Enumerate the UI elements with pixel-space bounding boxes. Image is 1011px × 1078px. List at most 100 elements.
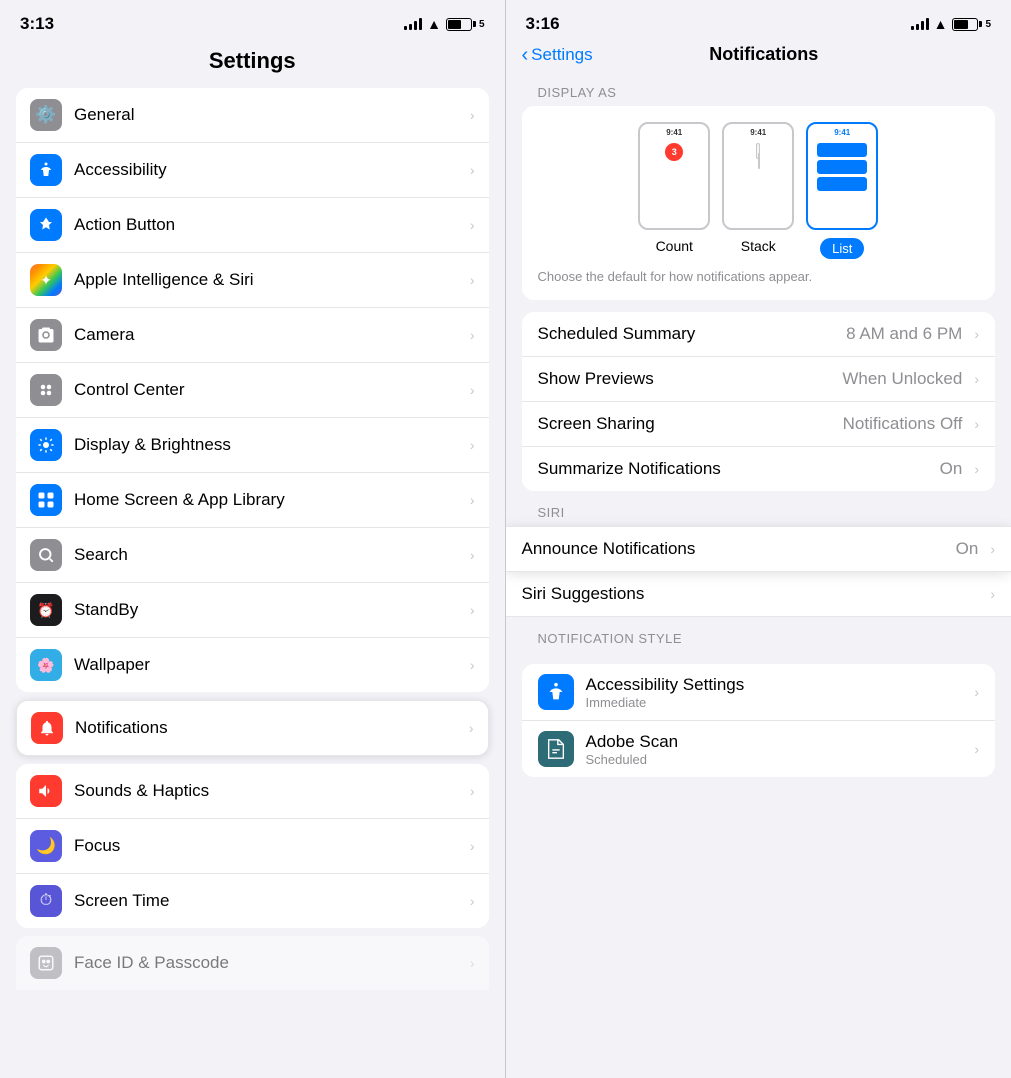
settings-item-siri-suggestions[interactable]: Siri Suggestions › <box>506 572 1011 616</box>
adobe-scan-icon <box>538 731 574 767</box>
siri-section-label: SIRI <box>506 491 1011 526</box>
settings-item-screen-sharing[interactable]: Screen Sharing Notifications Off › <box>522 402 996 447</box>
left-panel: 3:13 ▲ 5 Settings ⚙️ General › <box>0 0 505 1078</box>
display-option-count[interactable]: 9:41 3 Count <box>638 122 710 259</box>
settings-item-camera[interactable]: Camera › <box>16 308 489 363</box>
focus-icon: 🌙 <box>30 830 62 862</box>
general-chevron: › <box>470 107 475 123</box>
notifications-highlighted-row[interactable]: Notifications › <box>16 700 489 756</box>
settings-item-display-brightness[interactable]: Display & Brightness › <box>16 418 489 473</box>
notifications-chevron: › <box>469 720 474 736</box>
display-brightness-label: Display & Brightness <box>74 435 464 455</box>
display-option-stack[interactable]: 9:41 Stack <box>722 122 794 259</box>
back-button[interactable]: ‹ Settings <box>522 45 593 65</box>
status-icons-left: ▲ 5 <box>404 16 484 32</box>
settings-item-screen-time[interactable]: ⏱ Screen Time › <box>16 874 489 928</box>
count-phone-mockup: 9:41 3 <box>638 122 710 230</box>
action-button-label: Action Button <box>74 215 464 235</box>
battery-icon-left <box>446 18 472 31</box>
app-notifications-group: Accessibility Settings Immediate › Adobe… <box>522 664 996 777</box>
adobe-scan-chevron: › <box>974 741 979 757</box>
accessibility-settings-subtitle: Immediate <box>586 695 969 710</box>
status-icons-right: ▲ 5 <box>911 16 991 32</box>
summarize-notifications-chevron: › <box>974 461 979 477</box>
general-icon: ⚙️ <box>30 99 62 131</box>
settings-item-home-screen[interactable]: Home Screen & App Library › <box>16 473 489 528</box>
display-hint: Choose the default for how notifications… <box>538 269 980 284</box>
display-option-list[interactable]: 9:41 List <box>806 122 878 259</box>
settings-item-wallpaper[interactable]: 🌸 Wallpaper › <box>16 638 489 692</box>
display-options: 9:41 3 Count 9:41 <box>538 122 980 259</box>
settings-item-sounds-haptics[interactable]: Sounds & Haptics › <box>16 764 489 819</box>
settings-list-left: ⚙️ General › Accessibility › Action Butt… <box>16 88 489 692</box>
home-screen-chevron: › <box>470 492 475 508</box>
settings-item-general[interactable]: ⚙️ General › <box>16 88 489 143</box>
notifications-label: Notifications <box>75 718 463 738</box>
announce-notifications-value: On <box>956 539 979 559</box>
settings-item-standby[interactable]: ⏰ StandBy › <box>16 583 489 638</box>
app-item-accessibility[interactable]: Accessibility Settings Immediate › <box>522 664 996 721</box>
show-previews-value: When Unlocked <box>842 369 962 389</box>
settings-item-control-center[interactable]: Control Center › <box>16 363 489 418</box>
wallpaper-label: Wallpaper <box>74 655 464 675</box>
page-title-left: Settings <box>0 40 505 88</box>
status-bar-left: 3:13 ▲ 5 <box>0 0 505 40</box>
siri-suggestions-label: Siri Suggestions <box>522 584 985 604</box>
show-previews-label: Show Previews <box>538 369 843 389</box>
app-item-adobe-scan[interactable]: Adobe Scan Scheduled › <box>522 721 996 777</box>
standby-label: StandBy <box>74 600 464 620</box>
home-screen-icon <box>30 484 62 516</box>
screen-time-icon: ⏱ <box>30 885 62 917</box>
scheduled-summary-label: Scheduled Summary <box>538 324 847 344</box>
sounds-haptics-label: Sounds & Haptics <box>74 781 464 801</box>
settings-item-summarize-notifications[interactable]: Summarize Notifications On › <box>522 447 996 491</box>
settings-item-apple-intelligence[interactable]: ✦ Apple Intelligence & Siri › <box>16 253 489 308</box>
settings-item-accessibility[interactable]: Accessibility › <box>16 143 489 198</box>
control-center-label: Control Center <box>74 380 464 400</box>
time-right: 3:16 <box>526 14 560 34</box>
adobe-scan-name: Adobe Scan <box>586 732 969 752</box>
screen-sharing-label: Screen Sharing <box>538 414 843 434</box>
wifi-icon-right: ▲ <box>934 16 948 32</box>
status-bar-right: 3:16 ▲ 5 <box>506 0 1011 40</box>
screen-sharing-chevron: › <box>974 416 979 432</box>
notifications-settings-group: Scheduled Summary 8 AM and 6 PM › Show P… <box>522 312 996 491</box>
apple-intelligence-chevron: › <box>470 272 475 288</box>
sounds-haptics-icon <box>30 775 62 807</box>
nav-bar-right: ‹ Settings Notifications <box>506 40 1011 77</box>
screen-time-chevron: › <box>470 893 475 909</box>
settings-item-focus[interactable]: 🌙 Focus › <box>16 819 489 874</box>
page-title-right: Notifications <box>593 44 935 65</box>
announce-notifications-chevron: › <box>990 541 995 557</box>
display-as-section-label: DISPLAY AS <box>506 77 1011 106</box>
sounds-haptics-chevron: › <box>470 783 475 799</box>
fade-overlay-left <box>0 1018 505 1078</box>
screen-sharing-value: Notifications Off <box>843 414 963 434</box>
action-button-icon <box>30 209 62 241</box>
accessibility-settings-icon <box>538 674 574 710</box>
scheduled-summary-value: 8 AM and 6 PM <box>846 324 962 344</box>
standby-chevron: › <box>470 602 475 618</box>
standby-icon: ⏰ <box>30 594 62 626</box>
display-as-section: 9:41 3 Count 9:41 <box>522 106 996 300</box>
back-chevron-icon: ‹ <box>522 45 529 65</box>
camera-chevron: › <box>470 327 475 343</box>
settings-item-notifications[interactable]: Notifications › <box>17 701 488 755</box>
camera-icon <box>30 319 62 351</box>
announce-notifications-row-container: Announce Notifications On › <box>506 526 1011 572</box>
summarize-notifications-value: On <box>940 459 963 479</box>
screen-time-label: Screen Time <box>74 891 464 911</box>
notifications-icon <box>31 712 63 744</box>
settings-item-show-previews[interactable]: Show Previews When Unlocked › <box>522 357 996 402</box>
settings-item-scheduled-summary[interactable]: Scheduled Summary 8 AM and 6 PM › <box>522 312 996 357</box>
accessibility-settings-chevron: › <box>974 684 979 700</box>
settings-item-action-button[interactable]: Action Button › <box>16 198 489 253</box>
adobe-scan-text: Adobe Scan Scheduled <box>586 732 969 767</box>
siri-suggestions-row: Siri Suggestions › <box>506 572 1011 617</box>
settings-item-announce-notifications[interactable]: Announce Notifications On › <box>506 527 1011 571</box>
accessibility-icon <box>30 154 62 186</box>
accessibility-label: Accessibility <box>74 160 464 180</box>
settings-item-search[interactable]: Search › <box>16 528 489 583</box>
list-phone-mockup: 9:41 <box>806 122 878 230</box>
wallpaper-icon: 🌸 <box>30 649 62 681</box>
